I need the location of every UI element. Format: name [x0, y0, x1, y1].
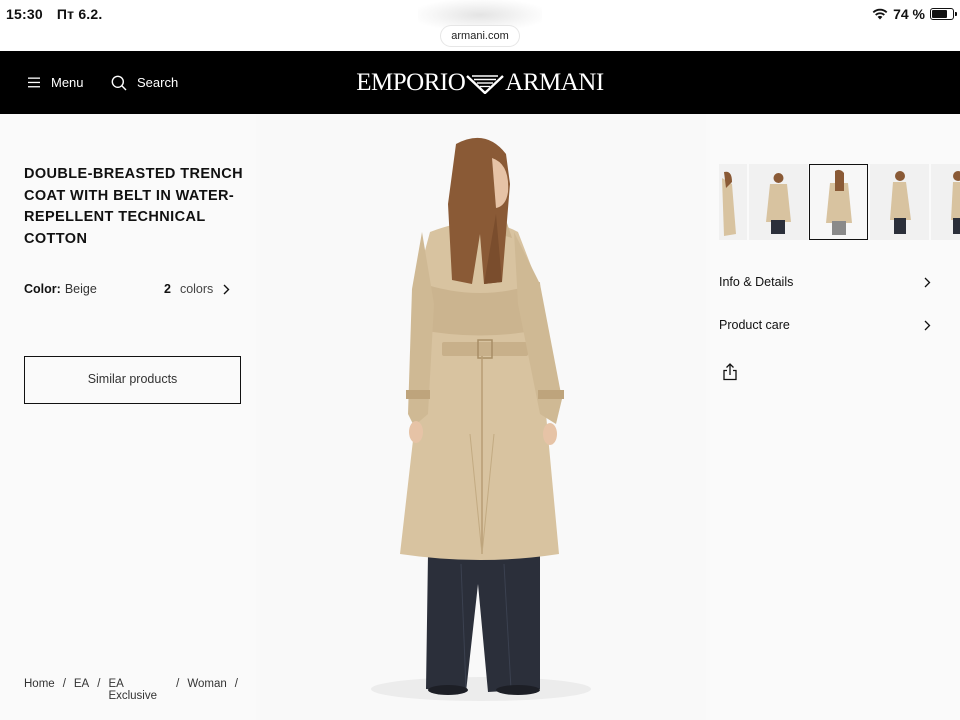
thumbnail-image [826, 169, 852, 235]
site-header: Menu Search EMPORIO ARMANI [0, 51, 960, 114]
thumbnail-item[interactable] [749, 164, 808, 240]
thumbnail-item-selected[interactable] [809, 164, 868, 240]
colors-label: colors [179, 282, 214, 296]
breadcrumb-separator: / [97, 678, 101, 690]
wifi-icon [872, 8, 888, 20]
color-value: Beige [64, 282, 97, 296]
color-selector: Color: Beige 2 colors [24, 281, 239, 297]
battery-percent: 74 % [893, 6, 925, 22]
thumbnail-image [722, 171, 736, 236]
product-care-row[interactable]: Product care [719, 315, 931, 335]
product-page: DOUBLE-BREASTED TRENCH COAT WITH BELT IN… [0, 114, 960, 720]
thumbnail-strip [719, 164, 960, 240]
thumbnail-image [951, 171, 960, 234]
status-bar-clock: 15:30 Пт 6.2. [6, 6, 112, 22]
chevron-right-icon [223, 284, 230, 294]
chevron-right-icon [924, 320, 931, 330]
thumbnail-item[interactable] [931, 164, 960, 240]
product-care-label: Product care [719, 318, 790, 332]
url-pill[interactable]: armani.com [441, 26, 519, 46]
battery-icon [930, 8, 957, 20]
thumbnail-image [766, 173, 791, 234]
info-details-row[interactable]: Info & Details [719, 272, 931, 292]
breadcrumb-separator: / [62, 678, 66, 690]
battery-fill [932, 10, 947, 18]
breadcrumb-woman[interactable]: Woman [187, 678, 226, 702]
product-info-panel: DOUBLE-BREASTED TRENCH COAT WITH BELT IN… [24, 114, 246, 720]
share-icon[interactable] [722, 363, 738, 381]
emporio-armani-logo[interactable]: EMPORIO ARMANI [0, 51, 960, 114]
status-time: 15:30 [6, 6, 43, 22]
similar-products-button[interactable]: Similar products [24, 356, 241, 404]
status-bar: 15:30 Пт 6.2. armani.com 74 % [0, 0, 960, 50]
breadcrumb: Home / EA / EA Exclusive / Woman / [24, 678, 246, 702]
breadcrumb-ea-exclusive[interactable]: EA Exclusive [108, 678, 168, 702]
status-bar-right: 74 % [872, 6, 957, 22]
thumbnail-item[interactable] [719, 164, 747, 240]
logo-text-right: ARMANI [505, 69, 604, 96]
product-main-image[interactable] [256, 114, 706, 720]
colors-count: 2 [164, 282, 171, 296]
thumbnail-image [890, 171, 911, 234]
thumbnail-item[interactable] [870, 164, 929, 240]
breadcrumb-home[interactable]: Home [24, 678, 55, 702]
color-label: Color: [24, 282, 61, 296]
breadcrumb-ea[interactable]: EA [74, 678, 89, 702]
breadcrumb-separator: / [176, 678, 180, 690]
chevron-right-icon [924, 277, 931, 287]
info-details-label: Info & Details [719, 275, 794, 289]
colors-link[interactable]: 2 colors [164, 282, 230, 296]
product-title: DOUBLE-BREASTED TRENCH COAT WITH BELT IN… [24, 166, 244, 247]
breadcrumb-separator: / [234, 678, 238, 690]
logo-text-left: EMPORIO [356, 69, 466, 96]
status-date: Пт 6.2. [56, 6, 103, 22]
eagle-logo-icon [466, 75, 505, 95]
